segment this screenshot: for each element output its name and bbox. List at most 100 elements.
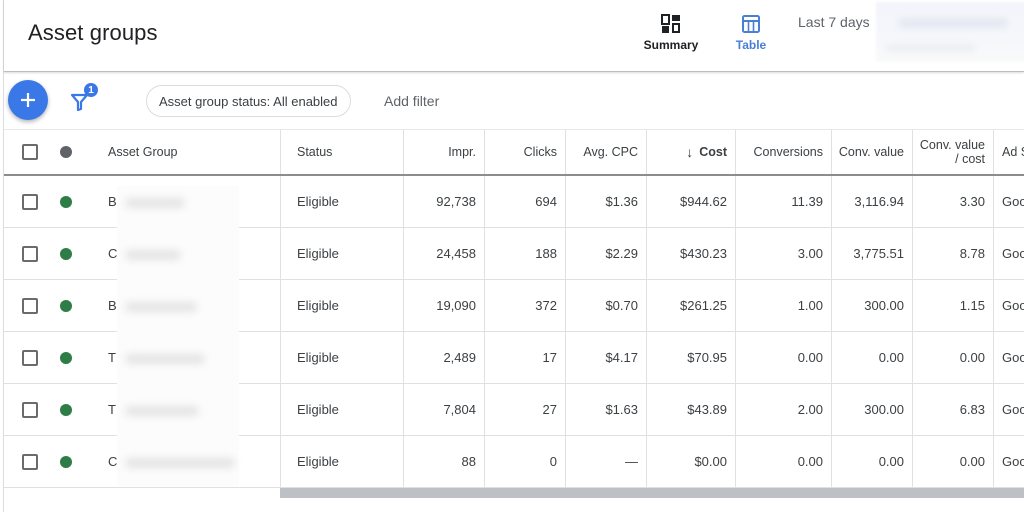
conversions-cell: 1.00 [735,280,831,331]
status-cell: Eligible [280,332,403,383]
row-checkbox-cell [22,280,42,331]
conversions-cell: 2.00 [735,384,831,435]
plus-icon [19,91,37,109]
row-status-dot-cell [60,228,72,279]
impr-cell: 24,458 [403,228,484,279]
asset-group-name-text[interactable]: T [108,402,116,417]
row-checkbox-cell [22,436,42,487]
page-header: Asset groups Summary Table Last 7 days [4,0,1024,72]
add-asset-group-button[interactable] [8,80,48,120]
conv-value-cost-cell: 1.15 [912,280,993,331]
page-title: Asset groups [28,20,158,46]
enabled-status-icon [60,248,72,260]
filter-chip-status[interactable]: Asset group status: All enabled [146,85,351,117]
row-checkbox[interactable] [22,454,38,470]
conv-value-cell: 3,775.51 [831,228,912,279]
clicks-cell: 372 [484,280,565,331]
view-summary-button[interactable]: Summary [643,14,699,52]
column-header-avg-cpc[interactable]: Avg. CPC [565,130,646,174]
row-checkbox-cell [22,332,42,383]
avg-cpc-cell: $1.63 [565,384,646,435]
ad-strength-cell: Goo [993,332,1024,383]
row-checkbox[interactable] [22,298,38,314]
enabled-status-icon [60,456,72,468]
conv-value-cost-cell: 8.78 [912,228,993,279]
view-table-button[interactable]: Table [731,14,771,52]
column-header-conv-value[interactable]: Conv. value [831,130,912,174]
status-cell: Eligible [280,436,403,487]
column-header-clicks[interactable]: Clicks [484,130,565,174]
conv-value-cell: 300.00 [831,384,912,435]
date-range-label[interactable]: Last 7 days [798,14,870,30]
status-cell: Eligible [280,384,403,435]
clicks-cell: 17 [484,332,565,383]
filter-count-badge: 1 [84,83,98,97]
row-checkbox[interactable] [22,350,38,366]
asset-group-name-text[interactable]: C [108,246,117,261]
column-header-status[interactable]: Status [280,130,403,174]
enabled-status-icon [60,196,72,208]
column-header-conversions[interactable]: Conversions [735,130,831,174]
ad-strength-cell: Goo [993,280,1024,331]
enabled-status-icon [60,352,72,364]
column-header-conv-value-cost-line2: / cost [955,152,985,166]
cost-cell: $430.23 [646,228,735,279]
conversions-cell: 0.00 [735,332,831,383]
clicks-cell: 0 [484,436,565,487]
cost-cell: $261.25 [646,280,735,331]
cost-cell: $0.00 [646,436,735,487]
row-checkbox[interactable] [22,194,38,210]
row-checkbox-cell [22,228,42,279]
filter-button[interactable]: 1 [70,83,102,115]
status-cell: Eligible [280,280,403,331]
status-cell: Eligible [280,176,403,227]
status-dot-icon [60,146,72,158]
conversions-cell: 11.39 [735,176,831,227]
impr-cell: 19,090 [403,280,484,331]
row-checkbox[interactable] [22,246,38,262]
row-status-dot-cell [60,436,72,487]
view-summary-label: Summary [644,38,699,52]
cost-cell: $70.95 [646,332,735,383]
conv-value-cell: 300.00 [831,280,912,331]
ad-strength-cell: Goo [993,384,1024,435]
avg-cpc-cell: $0.70 [565,280,646,331]
column-header-impr[interactable]: Impr. [403,130,484,174]
row-status-dot-cell [60,176,72,227]
header-checkbox-cell [22,130,42,174]
header-status-dot-cell [60,130,72,174]
select-all-checkbox[interactable] [22,144,38,160]
table-header-row: Asset Group Status Impr. Clicks Avg. CPC… [4,129,1024,176]
row-status-dot-cell [60,280,72,331]
impr-cell: 2,489 [403,332,484,383]
horizontal-scrollbar[interactable] [280,488,1024,498]
conversions-cell: 3.00 [735,228,831,279]
impr-cell: 92,738 [403,176,484,227]
asset-group-name-text[interactable]: B [108,194,117,209]
column-header-cost[interactable]: ↓ Cost [646,130,735,174]
date-range-picker-redacted[interactable] [876,2,1024,62]
row-status-dot-cell [60,332,72,383]
conv-value-cost-cell: 0.00 [912,332,993,383]
column-header-ad-strength[interactable]: Ad S [993,130,1024,174]
row-checkbox-cell [22,176,42,227]
row-checkbox[interactable] [22,402,38,418]
conv-value-cell: 0.00 [831,332,912,383]
impr-cell: 88 [403,436,484,487]
clicks-cell: 188 [484,228,565,279]
column-header-asset-group[interactable]: Asset Group [108,130,280,174]
conversions-cell: 0.00 [735,436,831,487]
conv-value-cost-cell: 0.00 [912,436,993,487]
avg-cpc-cell: $4.17 [565,332,646,383]
toolbar: 1 Asset group status: All enabled Add fi… [4,73,1024,129]
table-icon [741,14,761,34]
asset-group-name-text[interactable]: C [108,454,117,469]
cost-cell: $944.62 [646,176,735,227]
conv-value-cell: 0.00 [831,436,912,487]
row-checkbox-cell [22,384,42,435]
avg-cpc-cell: — [565,436,646,487]
add-filter-button[interactable]: Add filter [384,93,439,109]
column-header-conv-value-cost[interactable]: Conv. value / cost [912,130,993,174]
asset-group-name-text[interactable]: T [108,350,116,365]
asset-group-name-text[interactable]: B [108,298,117,313]
